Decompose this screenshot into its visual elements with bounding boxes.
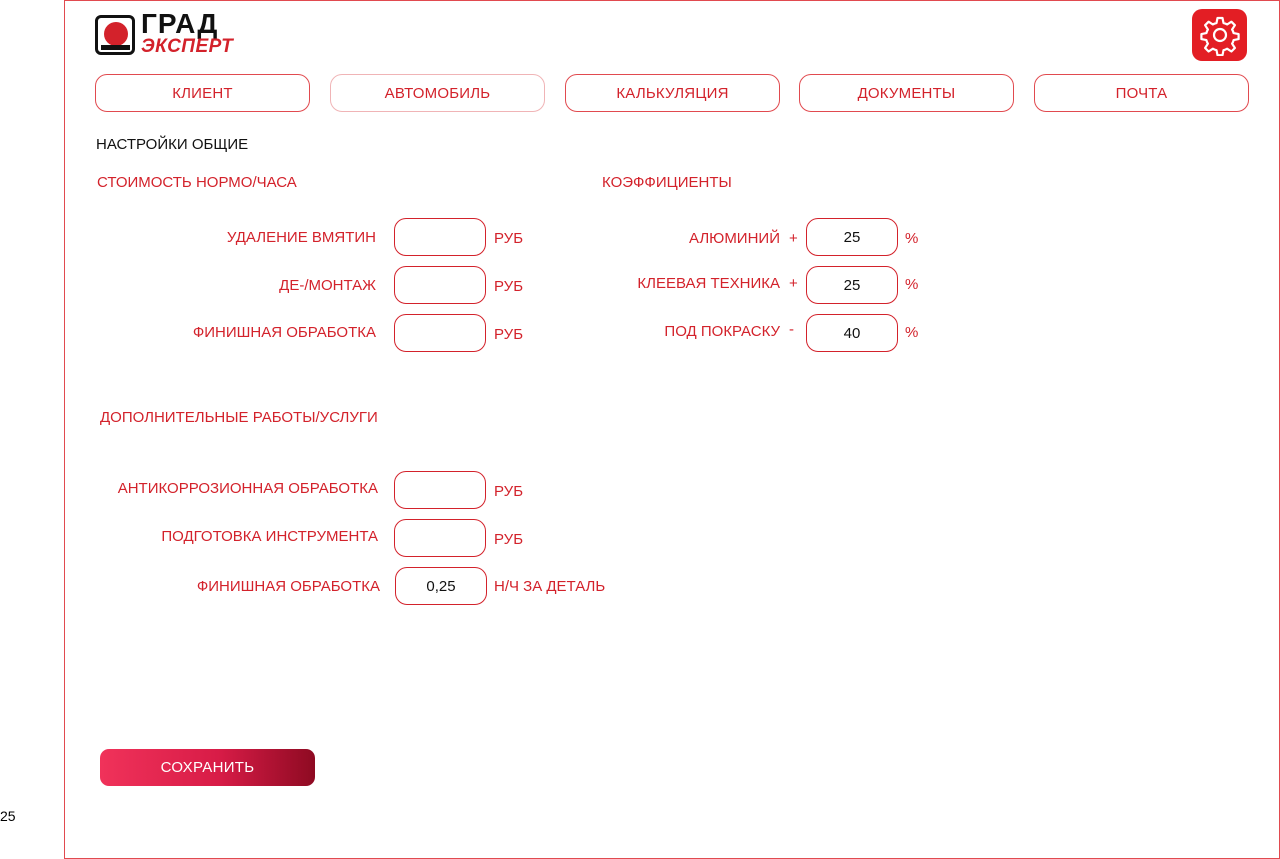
dent-removal-label: УДАЛЕНИЕ ВМЯТИН bbox=[226, 229, 376, 246]
for-painting-sign: - bbox=[789, 321, 794, 338]
app-frame bbox=[64, 0, 1280, 859]
finishing-label: ФИНИШНАЯ ОБРАБОТКА bbox=[192, 324, 376, 341]
glue-technique-sign: + bbox=[789, 275, 798, 292]
tab-mail[interactable]: ПОЧТА bbox=[1034, 74, 1249, 112]
aluminium-unit: % bbox=[905, 230, 919, 247]
page-title: НАСТРОЙКИ ОБЩИЕ bbox=[96, 136, 249, 153]
page-number: 25 bbox=[0, 808, 16, 824]
dent-removal-unit: РУБ bbox=[494, 230, 524, 247]
tool-prep-label: ПОДГОТОВКА ИНСТРУМЕНТА bbox=[161, 528, 378, 545]
logo: ГРАД ЭКСПЕРТ bbox=[95, 8, 255, 59]
aluminium-label: АЛЮМИНИЙ bbox=[688, 230, 780, 247]
extra-services-title: ДОПОЛНИТЕЛЬНЫЕ РАБОТЫ/УСЛУГИ bbox=[100, 409, 378, 426]
save-button[interactable]: СОХРАНИТЬ bbox=[100, 749, 315, 786]
aluminium-sign: + bbox=[789, 230, 798, 247]
tab-calculation[interactable]: КАЛЬКУЛЯЦИЯ bbox=[565, 74, 780, 112]
anticorrosion-label: АНТИКОРРОЗИОННАЯ ОБРАБОТКА bbox=[117, 480, 378, 497]
tool-prep-input[interactable] bbox=[394, 519, 486, 557]
tab-documents[interactable]: ДОКУМЕНТЫ bbox=[799, 74, 1014, 112]
for-painting-unit: % bbox=[905, 324, 919, 341]
coefficients-title: КОЭФФИЦИЕНТЫ bbox=[602, 174, 732, 191]
glue-technique-unit: % bbox=[905, 276, 919, 293]
glue-technique-input[interactable] bbox=[806, 266, 898, 304]
anticorrosion-input[interactable] bbox=[394, 471, 486, 509]
logo-text-top: ГРАД bbox=[141, 8, 219, 39]
mounting-label: ДЕ-/МОНТАЖ bbox=[279, 277, 376, 294]
extra-finishing-unit: Н/Ч ЗА ДЕТАЛЬ bbox=[494, 578, 606, 595]
for-painting-input[interactable] bbox=[806, 314, 898, 352]
extra-finishing-input[interactable] bbox=[395, 567, 487, 605]
for-painting-label: ПОД ПОКРАСКУ bbox=[664, 323, 780, 340]
mounting-input[interactable] bbox=[394, 266, 486, 304]
settings-button[interactable] bbox=[1192, 9, 1247, 61]
tool-prep-unit: РУБ bbox=[494, 531, 524, 548]
tab-client[interactable]: КЛИЕНТ bbox=[95, 74, 310, 112]
finishing-input[interactable] bbox=[394, 314, 486, 352]
finishing-unit: РУБ bbox=[494, 326, 524, 343]
anticorrosion-unit: РУБ bbox=[494, 483, 524, 500]
aluminium-input[interactable] bbox=[806, 218, 898, 256]
extra-finishing-label: ФИНИШНАЯ ОБРАБОТКА bbox=[196, 578, 380, 595]
tab-car[interactable]: АВТОМОБИЛЬ bbox=[330, 74, 545, 112]
mounting-unit: РУБ bbox=[494, 278, 524, 295]
logo-mark-icon bbox=[95, 15, 135, 55]
logo-text-bottom: ЭКСПЕРТ bbox=[141, 36, 234, 57]
labor-cost-title: СТОИМОСТЬ НОРМО/ЧАСА bbox=[97, 174, 297, 191]
dent-removal-input[interactable] bbox=[394, 218, 486, 256]
gear-icon bbox=[1199, 16, 1240, 56]
glue-technique-label: КЛЕЕВАЯ ТЕХНИКА bbox=[637, 275, 780, 292]
